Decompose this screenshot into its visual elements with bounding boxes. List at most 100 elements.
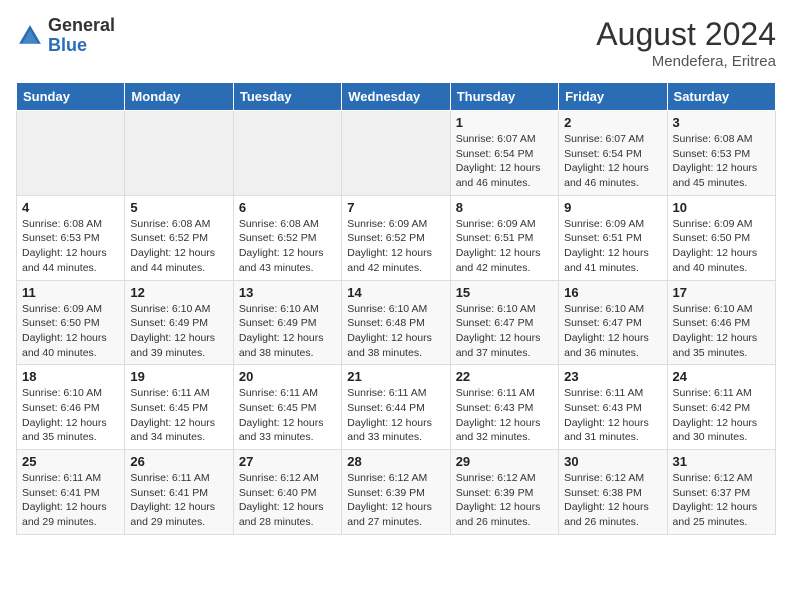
day-number: 6	[239, 200, 336, 215]
day-of-week-header: Monday	[125, 83, 233, 111]
day-number: 21	[347, 369, 444, 384]
day-number: 17	[673, 285, 770, 300]
day-number: 19	[130, 369, 227, 384]
calendar-cell: 12 Sunrise: 6:10 AM Sunset: 6:49 PM Dayli…	[125, 280, 233, 365]
day-info: Sunrise: 6:11 AM Sunset: 6:45 PM Dayligh…	[130, 386, 227, 445]
calendar-cell: 5 Sunrise: 6:08 AM Sunset: 6:52 PM Daylig…	[125, 195, 233, 280]
calendar-cell: 19 Sunrise: 6:11 AM Sunset: 6:45 PM Dayli…	[125, 365, 233, 450]
calendar-cell: 22 Sunrise: 6:11 AM Sunset: 6:43 PM Dayli…	[450, 365, 558, 450]
calendar-cell: 3Sunrise: 6:08 AM Sunset: 6:53 PM Daylig…	[667, 111, 775, 196]
day-number: 4	[22, 200, 119, 215]
day-info: Sunrise: 6:10 AM Sunset: 6:49 PM Dayligh…	[130, 302, 227, 361]
day-number: 14	[347, 285, 444, 300]
calendar-cell	[342, 111, 450, 196]
day-number: 5	[130, 200, 227, 215]
day-info: Sunrise: 6:11 AM Sunset: 6:42 PM Dayligh…	[673, 386, 770, 445]
day-info: Sunrise: 6:10 AM Sunset: 6:47 PM Dayligh…	[456, 302, 553, 361]
logo-text: General Blue	[48, 16, 115, 56]
day-number: 20	[239, 369, 336, 384]
day-info: Sunrise: 6:07 AM Sunset: 6:54 PM Dayligh…	[456, 132, 553, 191]
calendar-cell: 31 Sunrise: 6:12 AM Sunset: 6:37 PM Dayli…	[667, 450, 775, 535]
day-info: Sunrise: 6:09 AM Sunset: 6:50 PM Dayligh…	[673, 217, 770, 276]
calendar-cell: 21 Sunrise: 6:11 AM Sunset: 6:44 PM Dayli…	[342, 365, 450, 450]
day-info: Sunrise: 6:12 AM Sunset: 6:40 PM Dayligh…	[239, 471, 336, 530]
calendar-cell: 27 Sunrise: 6:12 AM Sunset: 6:40 PM Dayli…	[233, 450, 341, 535]
calendar-cell: 24 Sunrise: 6:11 AM Sunset: 6:42 PM Dayli…	[667, 365, 775, 450]
day-of-week-header: Sunday	[17, 83, 125, 111]
day-number: 3	[673, 115, 770, 130]
day-number: 27	[239, 454, 336, 469]
calendar-cell: 8 Sunrise: 6:09 AM Sunset: 6:51 PM Daylig…	[450, 195, 558, 280]
day-info: Sunrise: 6:11 AM Sunset: 6:43 PM Dayligh…	[456, 386, 553, 445]
day-of-week-header: Friday	[559, 83, 667, 111]
day-number: 15	[456, 285, 553, 300]
day-number: 23	[564, 369, 661, 384]
month-year-title: August 2024	[596, 16, 776, 53]
calendar-header-row: SundayMondayTuesdayWednesdayThursdayFrid…	[17, 83, 776, 111]
day-number: 28	[347, 454, 444, 469]
calendar-cell: 29 Sunrise: 6:12 AM Sunset: 6:39 PM Dayli…	[450, 450, 558, 535]
day-number: 16	[564, 285, 661, 300]
calendar-cell: 7Sunrise: 6:09 AM Sunset: 6:52 PM Daylig…	[342, 195, 450, 280]
day-number: 26	[130, 454, 227, 469]
day-info: Sunrise: 6:12 AM Sunset: 6:39 PM Dayligh…	[456, 471, 553, 530]
day-info: Sunrise: 6:09 AM Sunset: 6:50 PM Dayligh…	[22, 302, 119, 361]
day-info: Sunrise: 6:07 AM Sunset: 6:54 PM Dayligh…	[564, 132, 661, 191]
calendar-cell: 25 Sunrise: 6:11 AM Sunset: 6:41 PM Dayli…	[17, 450, 125, 535]
day-info: Sunrise: 6:11 AM Sunset: 6:44 PM Dayligh…	[347, 386, 444, 445]
day-number: 11	[22, 285, 119, 300]
day-info: Sunrise: 6:12 AM Sunset: 6:38 PM Dayligh…	[564, 471, 661, 530]
day-number: 10	[673, 200, 770, 215]
calendar-cell	[125, 111, 233, 196]
calendar-cell: 16 Sunrise: 6:10 AM Sunset: 6:47 PM Dayli…	[559, 280, 667, 365]
calendar-week-row: 11 Sunrise: 6:09 AM Sunset: 6:50 PM Dayli…	[17, 280, 776, 365]
day-number: 22	[456, 369, 553, 384]
calendar-week-row: 4 Sunrise: 6:08 AM Sunset: 6:53 PM Daylig…	[17, 195, 776, 280]
location-subtitle: Mendefera, Eritrea	[596, 53, 776, 70]
calendar-cell: 10 Sunrise: 6:09 AM Sunset: 6:50 PM Dayli…	[667, 195, 775, 280]
day-info: Sunrise: 6:11 AM Sunset: 6:43 PM Dayligh…	[564, 386, 661, 445]
day-info: Sunrise: 6:08 AM Sunset: 6:52 PM Dayligh…	[239, 217, 336, 276]
calendar-cell: 13 Sunrise: 6:10 AM Sunset: 6:49 PM Dayli…	[233, 280, 341, 365]
day-number: 12	[130, 285, 227, 300]
day-info: Sunrise: 6:09 AM Sunset: 6:51 PM Dayligh…	[456, 217, 553, 276]
calendar-cell: 1Sunrise: 6:07 AM Sunset: 6:54 PM Daylig…	[450, 111, 558, 196]
calendar-cell: 6 Sunrise: 6:08 AM Sunset: 6:52 PM Daylig…	[233, 195, 341, 280]
day-number: 2	[564, 115, 661, 130]
day-info: Sunrise: 6:10 AM Sunset: 6:47 PM Dayligh…	[564, 302, 661, 361]
calendar-cell: 20 Sunrise: 6:11 AM Sunset: 6:45 PM Dayli…	[233, 365, 341, 450]
calendar-cell: 11 Sunrise: 6:09 AM Sunset: 6:50 PM Dayli…	[17, 280, 125, 365]
day-number: 29	[456, 454, 553, 469]
day-number: 7	[347, 200, 444, 215]
day-info: Sunrise: 6:08 AM Sunset: 6:52 PM Dayligh…	[130, 217, 227, 276]
day-number: 8	[456, 200, 553, 215]
calendar-cell	[17, 111, 125, 196]
logo-icon	[16, 22, 44, 50]
calendar-cell: 30 Sunrise: 6:12 AM Sunset: 6:38 PM Dayli…	[559, 450, 667, 535]
day-number: 30	[564, 454, 661, 469]
day-of-week-header: Tuesday	[233, 83, 341, 111]
day-info: Sunrise: 6:10 AM Sunset: 6:46 PM Dayligh…	[673, 302, 770, 361]
calendar-cell: 17 Sunrise: 6:10 AM Sunset: 6:46 PM Dayli…	[667, 280, 775, 365]
calendar-cell	[233, 111, 341, 196]
calendar-cell: 23 Sunrise: 6:11 AM Sunset: 6:43 PM Dayli…	[559, 365, 667, 450]
calendar-week-row: 18Sunrise: 6:10 AM Sunset: 6:46 PM Dayli…	[17, 365, 776, 450]
day-number: 31	[673, 454, 770, 469]
day-info: Sunrise: 6:11 AM Sunset: 6:45 PM Dayligh…	[239, 386, 336, 445]
logo-blue-text: Blue	[48, 36, 115, 56]
day-info: Sunrise: 6:11 AM Sunset: 6:41 PM Dayligh…	[22, 471, 119, 530]
day-of-week-header: Saturday	[667, 83, 775, 111]
day-number: 13	[239, 285, 336, 300]
day-number: 24	[673, 369, 770, 384]
day-number: 25	[22, 454, 119, 469]
calendar-week-row: 1Sunrise: 6:07 AM Sunset: 6:54 PM Daylig…	[17, 111, 776, 196]
day-number: 18	[22, 369, 119, 384]
day-info: Sunrise: 6:12 AM Sunset: 6:39 PM Dayligh…	[347, 471, 444, 530]
day-info: Sunrise: 6:08 AM Sunset: 6:53 PM Dayligh…	[22, 217, 119, 276]
day-info: Sunrise: 6:10 AM Sunset: 6:49 PM Dayligh…	[239, 302, 336, 361]
day-number: 9	[564, 200, 661, 215]
day-info: Sunrise: 6:12 AM Sunset: 6:37 PM Dayligh…	[673, 471, 770, 530]
calendar-cell: 15 Sunrise: 6:10 AM Sunset: 6:47 PM Dayli…	[450, 280, 558, 365]
day-info: Sunrise: 6:10 AM Sunset: 6:48 PM Dayligh…	[347, 302, 444, 361]
calendar-table: SundayMondayTuesdayWednesdayThursdayFrid…	[16, 82, 776, 535]
